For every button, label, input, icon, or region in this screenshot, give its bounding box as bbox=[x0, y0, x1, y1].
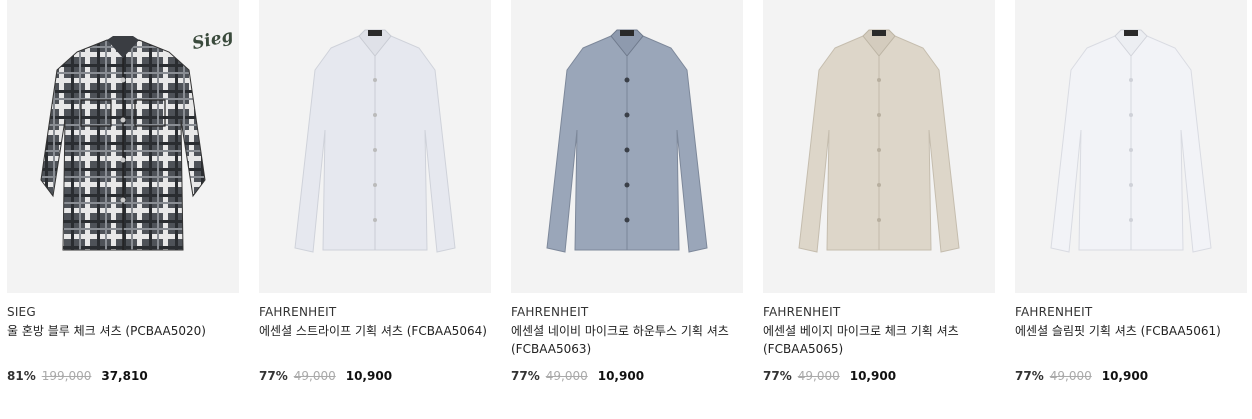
beige-dress-shirt-icon bbox=[798, 29, 960, 253]
price-row: 77% 49,000 10,900 bbox=[763, 369, 896, 387]
product-name[interactable]: 에센셜 스트라이프 기획 셔츠 (FCBAA5064) bbox=[259, 322, 491, 340]
sale-price: 37,810 bbox=[101, 369, 148, 383]
product-brand: FAHRENHEIT bbox=[511, 305, 589, 319]
navy-dress-shirt-icon bbox=[546, 29, 708, 253]
original-price: 49,000 bbox=[797, 369, 840, 383]
original-price: 199,000 bbox=[41, 369, 92, 383]
discount-rate: 77% bbox=[511, 369, 540, 383]
product-name[interactable]: 에센셜 네이비 마이크로 하운투스 기획 셔츠 (FCBAA5063) bbox=[511, 322, 743, 358]
product-brand: SIEG bbox=[7, 305, 36, 319]
price-row: 77% 49,000 10,900 bbox=[1015, 369, 1148, 387]
stripe-dress-shirt-icon bbox=[294, 29, 456, 253]
product-grid: Sieg SIEG 울 혼방 블루 체크 셔츠 (PCBAA5020) 81% … bbox=[7, 0, 1247, 419]
sale-price: 10,900 bbox=[849, 369, 897, 383]
product-card[interactable]: FAHRENHEIT 에센셜 슬림핏 기획 셔츠 (FCBAA5061) 77%… bbox=[1015, 0, 1247, 419]
original-price: 49,000 bbox=[293, 369, 336, 383]
sale-price: 10,900 bbox=[597, 369, 645, 383]
discount-rate: 77% bbox=[1015, 369, 1044, 383]
price-row: 81% 199,000 37,810 bbox=[7, 369, 148, 387]
product-name[interactable]: 에센셜 베이지 마이크로 체크 기획 셔츠 (FCBAA5065) bbox=[763, 322, 995, 358]
product-card[interactable]: FAHRENHEIT 에센셜 네이비 마이크로 하운투스 기획 셔츠 (FCBA… bbox=[511, 0, 743, 419]
product-card[interactable]: FAHRENHEIT 에센셜 스트라이프 기획 셔츠 (FCBAA5064) 7… bbox=[259, 0, 491, 419]
product-image[interactable] bbox=[259, 0, 491, 293]
product-image[interactable] bbox=[511, 0, 743, 293]
sale-price: 10,900 bbox=[1101, 369, 1149, 383]
product-brand: FAHRENHEIT bbox=[259, 305, 337, 319]
price-row: 77% 49,000 10,900 bbox=[259, 369, 392, 387]
discount-rate: 77% bbox=[763, 369, 792, 383]
original-price: 49,000 bbox=[1049, 369, 1092, 383]
discount-rate: 77% bbox=[259, 369, 288, 383]
product-name[interactable]: 에센셜 슬림핏 기획 셔츠 (FCBAA5061) bbox=[1015, 322, 1247, 340]
discount-rate: 81% bbox=[7, 369, 36, 383]
product-brand: FAHRENHEIT bbox=[1015, 305, 1093, 319]
sale-price: 10,900 bbox=[345, 369, 393, 383]
price-row: 77% 49,000 10,900 bbox=[511, 369, 644, 387]
product-card[interactable]: Sieg SIEG 울 혼방 블루 체크 셔츠 (PCBAA5020) 81% … bbox=[7, 0, 239, 419]
white-dress-shirt-icon bbox=[1050, 29, 1212, 253]
product-name[interactable]: 울 혼방 블루 체크 셔츠 (PCBAA5020) bbox=[7, 322, 239, 340]
product-brand: FAHRENHEIT bbox=[763, 305, 841, 319]
original-price: 49,000 bbox=[545, 369, 588, 383]
product-image[interactable] bbox=[1015, 0, 1247, 293]
product-card[interactable]: FAHRENHEIT 에센셜 베이지 마이크로 체크 기획 셔츠 (FCBAA5… bbox=[763, 0, 995, 419]
product-image[interactable]: Sieg bbox=[7, 0, 239, 293]
product-image[interactable] bbox=[763, 0, 995, 293]
